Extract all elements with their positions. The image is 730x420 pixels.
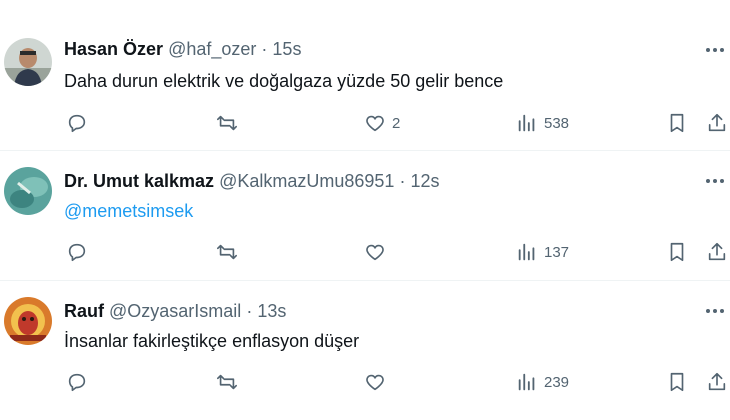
more-icon[interactable] bbox=[700, 171, 730, 191]
author-name[interactable]: Rauf bbox=[64, 301, 104, 321]
retweet-icon bbox=[217, 244, 237, 260]
reply-button[interactable] bbox=[66, 110, 88, 136]
tweet-header: Dr. Umut kalkmaz @KalkmazUmu86951 · 12s bbox=[64, 170, 440, 192]
avatar[interactable] bbox=[4, 297, 52, 345]
tweet-text: Daha durun elektrik ve doğalgaza yüzde 5… bbox=[64, 71, 504, 91]
separator-dot: · bbox=[399, 171, 406, 191]
heart-icon bbox=[366, 244, 384, 261]
timestamp[interactable]: 15s bbox=[272, 39, 301, 59]
more-icon[interactable] bbox=[700, 301, 730, 321]
heart-icon bbox=[366, 115, 384, 132]
tweet-text: İnsanlar fakirleştikçe enflasyon düşer bbox=[64, 331, 360, 351]
bookmark-icon bbox=[670, 113, 684, 133]
retweet-icon bbox=[217, 115, 237, 131]
more-icon[interactable] bbox=[700, 40, 730, 60]
share-icon bbox=[708, 113, 726, 132]
bookmark-button[interactable] bbox=[666, 239, 688, 265]
retweet-icon bbox=[217, 374, 237, 390]
views-icon bbox=[518, 243, 535, 261]
views-button[interactable]: 538 bbox=[516, 110, 569, 136]
reply-icon bbox=[68, 114, 86, 133]
views-icon bbox=[518, 373, 535, 391]
timestamp[interactable]: 13s bbox=[257, 301, 286, 321]
tweet[interactable]: Rauf @OzyasarIsmail · 13s İnsanlar fakir… bbox=[0, 281, 730, 420]
heart-icon bbox=[366, 374, 384, 391]
reply-button[interactable] bbox=[66, 239, 88, 265]
like-button[interactable]: 2 bbox=[364, 110, 400, 136]
tweet-header: Hasan Özer @haf_ozer · 15s bbox=[64, 38, 301, 60]
timestamp[interactable]: 12s bbox=[410, 171, 439, 191]
share-button[interactable] bbox=[706, 239, 728, 265]
author-name[interactable]: Dr. Umut kalkmaz bbox=[64, 171, 214, 191]
author-handle[interactable]: @OzyasarIsmail bbox=[109, 301, 241, 321]
view-count: 137 bbox=[544, 243, 570, 261]
bookmark-button[interactable] bbox=[666, 110, 688, 136]
view-count: 538 bbox=[544, 114, 570, 132]
avatar[interactable] bbox=[4, 38, 52, 86]
tweet[interactable]: Hasan Özer @haf_ozer · 15s Daha durun el… bbox=[0, 0, 730, 150]
retweet-button[interactable] bbox=[216, 110, 238, 136]
tweet[interactable]: Dr. Umut kalkmaz @KalkmazUmu86951 · 12s … bbox=[0, 151, 730, 280]
reply-icon bbox=[68, 243, 86, 262]
bookmark-icon bbox=[670, 372, 684, 392]
separator-dot: · bbox=[246, 301, 253, 321]
share-icon bbox=[708, 372, 726, 391]
like-count: 2 bbox=[392, 114, 401, 132]
views-icon bbox=[518, 114, 535, 132]
author-handle[interactable]: @haf_ozer bbox=[168, 39, 256, 59]
bookmark-icon bbox=[670, 242, 684, 262]
mention-link[interactable]: @memetsimsek bbox=[64, 201, 193, 221]
share-button[interactable] bbox=[706, 369, 728, 395]
view-count: 239 bbox=[544, 373, 570, 391]
author-handle[interactable]: @KalkmazUmu86951 bbox=[219, 171, 394, 191]
like-button[interactable] bbox=[364, 239, 392, 265]
share-button[interactable] bbox=[706, 110, 728, 136]
avatar[interactable] bbox=[4, 167, 52, 215]
author-name[interactable]: Hasan Özer bbox=[64, 39, 163, 59]
separator-dot: · bbox=[261, 39, 268, 59]
reply-button[interactable] bbox=[66, 369, 88, 395]
retweet-button[interactable] bbox=[216, 239, 238, 265]
tweet-text: @memetsimsek bbox=[64, 200, 193, 222]
reply-icon bbox=[68, 373, 86, 392]
retweet-button[interactable] bbox=[216, 369, 238, 395]
views-button[interactable]: 239 bbox=[516, 369, 569, 395]
tweet-header: Rauf @OzyasarIsmail · 13s bbox=[64, 300, 286, 322]
share-icon bbox=[708, 242, 726, 261]
bookmark-button[interactable] bbox=[666, 369, 688, 395]
like-button[interactable] bbox=[364, 369, 392, 395]
views-button[interactable]: 137 bbox=[516, 239, 569, 265]
